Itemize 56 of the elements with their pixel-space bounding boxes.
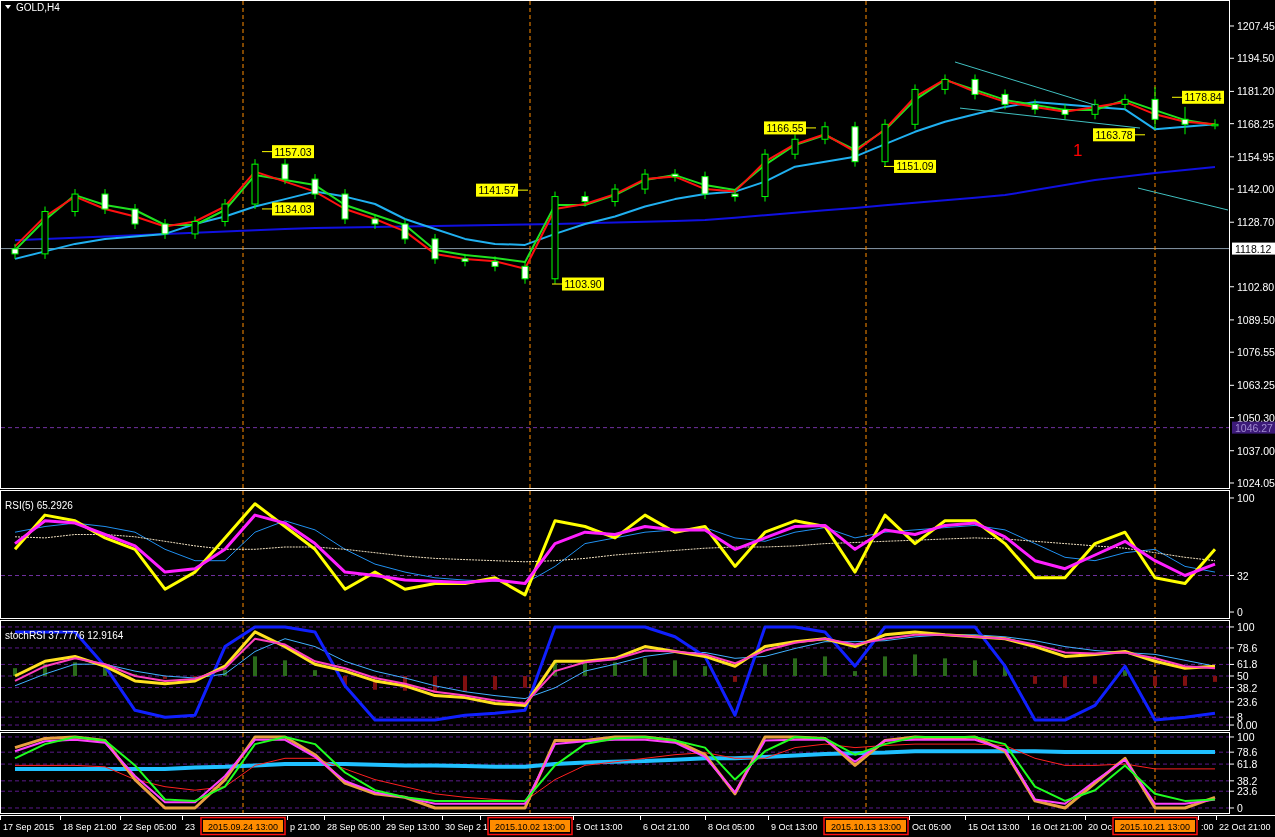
axis-label: 50 [1237,670,1249,682]
time-label: 28 Sep 05:00 [327,822,381,832]
axis-label: 1181.20 [1237,85,1275,98]
axis-label: 100 [1237,732,1255,743]
axis-label: 0 [1237,606,1243,618]
axis-label: 100 [1237,620,1255,633]
time-label: :00 [1201,822,1214,832]
axis-label: 1168.25 [1237,117,1275,130]
axis-label: 1063.25 [1237,379,1275,392]
axis-label: 1154.95 [1237,150,1275,163]
axis-label: 1037.00 [1237,444,1275,457]
axis-label: 1076.55 [1237,346,1275,359]
axis-label: 78.6 [1237,641,1258,654]
price-tag: 1046.27 [1232,421,1275,434]
axis-label: 32 [1237,569,1249,582]
time-label: 8 Oct 05:00 [708,822,755,832]
time-label: Oct 05:00 [912,822,952,832]
time-highlight: 2015.10.21 13:00 [1112,816,1198,836]
axis-label: 1128.70 [1237,216,1275,229]
axis-label: 61.8 [1237,658,1258,671]
indicator-legend: RSI(5) 65.2926 [5,500,73,511]
axis-label: 1142.00 [1237,183,1275,196]
time-label: 30 Sep 2 [445,822,482,832]
time-label: 17 Sep 2015 [3,822,55,832]
time-highlight: 2015.10.13 13:00 [823,816,909,836]
price-tag: 1118.12 [1232,242,1275,255]
time-label: p 21:00 [290,822,321,832]
chart-title: GOLD,H4 [16,2,60,13]
time-label: 18 Sep 21:00 [63,822,117,832]
time-label: 15 Oct 13:00 [968,822,1020,832]
time-label: 5 Oct 13:00 [576,822,623,832]
time-highlight: 2015.10.02 13:00 [487,816,573,836]
axis-label: 61.8 [1237,758,1258,771]
time-label: 20 Oc [1088,822,1112,832]
axis-label: 100 [1237,492,1255,504]
time-label: 16 Oct 21:00 [1031,822,1083,832]
time-highlight: 2015.09.24 13:00 [200,816,286,836]
axis-label: 78.6 [1237,746,1258,759]
axis-label: 38.2 [1237,774,1258,787]
axis-label: 1207.45 [1237,20,1275,32]
axis-label: 23.6 [1237,695,1258,708]
time-label: 9 Oct 13:00 [771,822,818,832]
axis-label: 23.6 [1237,785,1258,798]
axis-label: 1102.80 [1237,280,1275,293]
axis-label: 38.2 [1237,681,1258,694]
axis-label: 0 [1237,801,1243,814]
axis-label: 1024.05 [1237,477,1275,489]
time-label: 23 [185,822,195,832]
time-label: 29 Sep 13:00 [386,822,440,832]
axis-label: 1089.50 [1237,313,1275,326]
time-label: 22 Oct 21:00 [1219,822,1271,832]
time-label: 6 Oct 21:00 [643,822,690,832]
time-label: 22 Sep 05:00 [123,822,177,832]
axis-label: 1050.30 [1237,411,1275,424]
time-label: 1 [483,822,488,832]
axis-label: 1194.50 [1237,52,1275,65]
